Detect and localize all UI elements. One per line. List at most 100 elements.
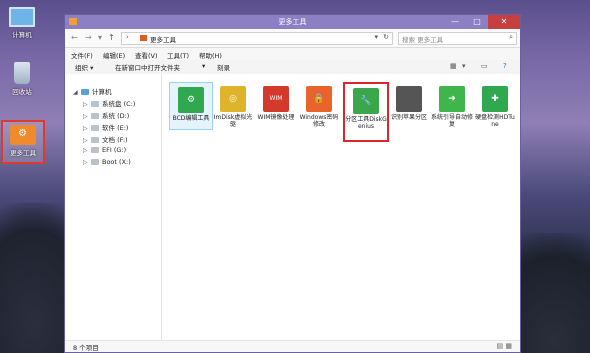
- menu-file[interactable]: 文件(F): [71, 50, 93, 60]
- expand-icon[interactable]: ◢: [73, 89, 81, 96]
- file-item-label: Windows密码修改: [299, 114, 339, 128]
- file-item-hdtune[interactable]: ✚ 硬盘检测HDTune: [474, 82, 516, 128]
- file-item-apple-partition[interactable]: 识别苹果分区: [388, 82, 430, 121]
- tree-item-label: 计算机: [92, 88, 112, 96]
- help-icon[interactable]: ?: [503, 62, 507, 70]
- tree-item-drive-c[interactable]: ▷ 系统盘 (C:): [83, 98, 135, 108]
- tree-item-label: EFI (G:): [102, 146, 127, 154]
- chevron-right-icon: ›: [126, 33, 129, 41]
- folder-icon: [140, 35, 147, 41]
- drive-icon: [91, 113, 99, 119]
- up-arrow-icon[interactable]: ↑: [108, 33, 115, 42]
- menu-edit[interactable]: 编辑(E): [103, 50, 125, 60]
- lock-icon: 🔒: [306, 86, 332, 112]
- chevron-down-icon[interactable]: ▾: [98, 33, 102, 42]
- file-item-boot-repair[interactable]: ➜ 系统引导自动修复: [431, 82, 473, 128]
- refresh-icon[interactable]: ↻: [383, 33, 389, 41]
- menu-bar: 文件(F) 编辑(E) 查看(V) 工具(T) 帮助(H): [65, 48, 520, 60]
- tree-item-label: 软件 (E:): [102, 124, 129, 132]
- view-toggle-icon[interactable]: ▤ ▦: [497, 342, 512, 350]
- expand-icon[interactable]: ▷: [83, 101, 91, 108]
- drive-icon: [91, 137, 99, 143]
- desktop-icon-recycle-bin[interactable]: 回收站: [0, 62, 44, 96]
- tree-item-label: 系统盘 (C:): [102, 100, 136, 108]
- tree-item-label: 系统 (D:): [102, 112, 130, 120]
- desktop-icon-label: 更多工具: [10, 149, 36, 157]
- maximize-button[interactable]: □: [466, 15, 488, 29]
- preview-pane-icon[interactable]: ▭: [481, 62, 488, 70]
- health-check-icon: ✚: [482, 86, 508, 112]
- tree-item-label: Boot (X:): [102, 158, 131, 166]
- organize-button[interactable]: 组织 ▾: [75, 62, 93, 72]
- file-item-bcd[interactable]: ⚙ BCD编辑工具: [169, 82, 213, 130]
- apple-icon: [396, 86, 422, 112]
- back-arrow-icon[interactable]: ←: [71, 33, 78, 42]
- menu-tools[interactable]: 工具(T): [167, 50, 189, 60]
- tree-item-drive-d[interactable]: ▷ 系统 (D:): [83, 110, 129, 120]
- file-item-windows-password[interactable]: 🔒 Windows密码修改: [298, 82, 340, 128]
- file-item-label: 分区工具DiskGenius: [345, 116, 387, 130]
- computer-icon: [9, 7, 35, 27]
- status-bar: 8 个项目 ▤ ▦: [65, 340, 520, 352]
- tree-item-label: 文档 (F:): [102, 136, 128, 144]
- file-item-label: WIM镜像处理: [257, 114, 295, 121]
- chevron-down-icon[interactable]: ▾: [202, 62, 205, 70]
- wim-icon: WIM: [263, 86, 289, 112]
- recycle-bin-icon: [14, 62, 30, 84]
- file-item-diskgenius[interactable]: 🔧 分区工具DiskGenius: [343, 82, 389, 142]
- tree-item-drive-f[interactable]: ▷ 文档 (F:): [83, 134, 128, 144]
- drive-icon: [91, 125, 99, 131]
- file-item-label: 系统引导自动修复: [431, 114, 474, 128]
- command-bar: 组织 ▾ 在新窗口中打开文件夹 ▾ 刻录 ▦ ▾ ▭ ?: [65, 60, 520, 75]
- file-item-imdisk[interactable]: ◎ ImDisk虚拟光驱: [212, 82, 254, 128]
- explorer-window: 更多工具 — □ ✕ ← → ▾ ↑ › 更多工具 ▾ ↻ 搜索 更多工具 ⌕ …: [64, 14, 521, 353]
- menu-help[interactable]: 帮助(H): [199, 50, 222, 60]
- expand-icon[interactable]: ▷: [83, 159, 91, 166]
- expand-icon[interactable]: ▷: [83, 125, 91, 132]
- window-body: ◢ 计算机 ▷ 系统盘 (C:) ▷ 系统 (D:) ▷ 软件 (E:) ▷ 文档 (F:…: [65, 74, 520, 341]
- disc-icon: ◎: [220, 86, 246, 112]
- search-icon[interactable]: ⌕: [509, 33, 513, 42]
- drive-icon: [91, 101, 99, 107]
- expand-icon[interactable]: ▷: [83, 147, 91, 154]
- desktop-icon-computer[interactable]: 计算机: [0, 4, 44, 39]
- minimize-button[interactable]: —: [444, 15, 466, 29]
- desktop-icon-label: 回收站: [12, 88, 32, 96]
- title-bar[interactable]: 更多工具 — □ ✕: [65, 15, 520, 29]
- folder-icon: [10, 125, 36, 145]
- item-count: 8 个项目: [73, 344, 99, 352]
- file-item-label: 硬盘检测HDTune: [475, 114, 515, 128]
- view-options-icon[interactable]: ▦: [450, 62, 457, 70]
- desktop-icon-more-tools[interactable]: 更多工具: [1, 120, 45, 164]
- tree-item-drive-g[interactable]: ▷ EFI (G:): [83, 146, 126, 156]
- computer-icon: [81, 89, 89, 95]
- wrench-icon: 🔧: [353, 88, 379, 114]
- runner-icon: ➜: [439, 86, 465, 112]
- tree-item-drive-x[interactable]: ▷ Boot (X:): [83, 158, 131, 168]
- bcd-tool-icon: ⚙: [178, 87, 204, 113]
- drive-icon: [91, 159, 99, 165]
- tree-item-computer[interactable]: ◢ 计算机: [73, 86, 112, 96]
- file-item-label: ImDisk虚拟光驱: [213, 114, 253, 128]
- open-in-new-window-button[interactable]: 在新窗口中打开文件夹: [115, 62, 180, 72]
- desktop-icon-label: 计算机: [12, 31, 32, 39]
- close-button[interactable]: ✕: [488, 15, 520, 29]
- burn-button[interactable]: 刻录: [217, 62, 230, 72]
- chevron-down-icon[interactable]: ▾: [462, 62, 466, 70]
- menu-view[interactable]: 查看(V): [135, 50, 158, 60]
- file-item-label: 识别苹果分区: [390, 114, 427, 121]
- address-box[interactable]: › 更多工具 ▾ ↻: [121, 32, 393, 45]
- file-item-label: BCD编辑工具: [172, 115, 210, 122]
- file-list: ⚙ BCD编辑工具 ◎ ImDisk虚拟光驱 WIM WIM镜像处理 🔒 Win…: [163, 74, 520, 341]
- forward-arrow-icon[interactable]: →: [85, 33, 92, 42]
- drive-icon: [91, 147, 99, 153]
- expand-icon[interactable]: ▷: [83, 137, 91, 144]
- expand-icon[interactable]: ▷: [83, 113, 91, 120]
- breadcrumb[interactable]: 更多工具: [150, 34, 176, 44]
- chevron-down-icon[interactable]: ▾: [374, 33, 378, 41]
- search-placeholder: 搜索 更多工具: [402, 36, 444, 44]
- file-item-wim[interactable]: WIM WIM镜像处理: [255, 82, 297, 121]
- tree-item-drive-e[interactable]: ▷ 软件 (E:): [83, 122, 128, 132]
- search-input[interactable]: 搜索 更多工具 ⌕: [398, 32, 517, 45]
- navigation-pane: ◢ 计算机 ▷ 系统盘 (C:) ▷ 系统 (D:) ▷ 软件 (E:) ▷ 文档 (F:…: [65, 74, 162, 341]
